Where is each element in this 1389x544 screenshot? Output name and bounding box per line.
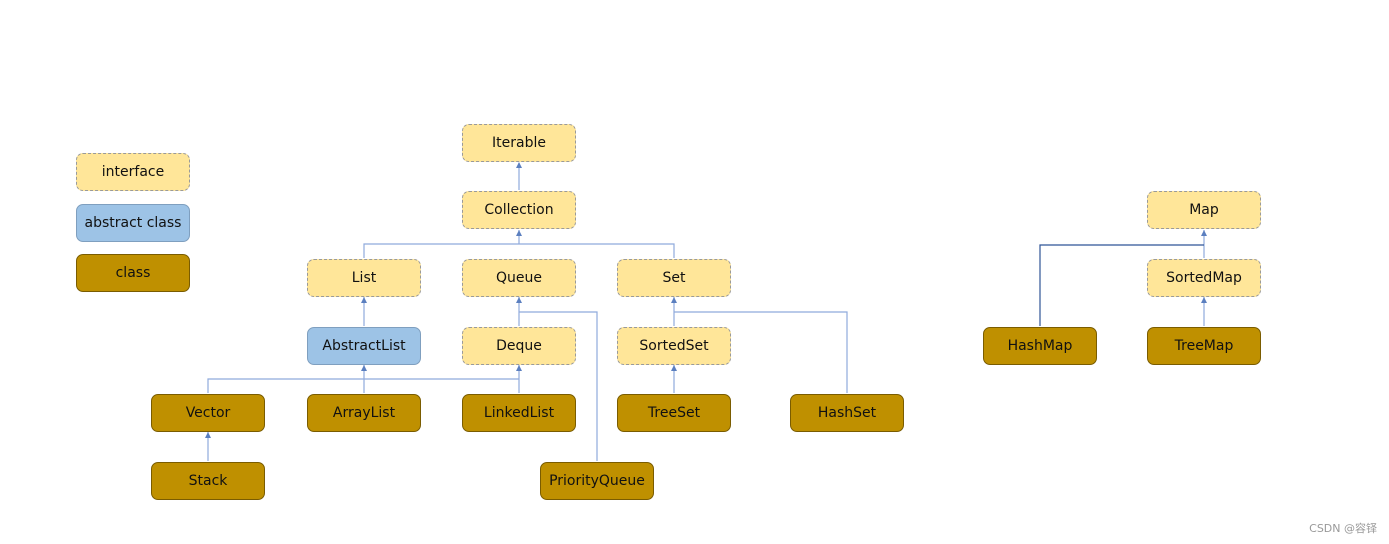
node-sortedmap: SortedMap: [1147, 259, 1261, 297]
node-arraylist: ArrayList: [307, 394, 421, 432]
node-treeset: TreeSet: [617, 394, 731, 432]
legend-label: abstract class: [84, 215, 182, 231]
legend-interface: interface: [76, 153, 190, 191]
node-deque: Deque: [462, 327, 576, 365]
node-hashmap: HashMap: [983, 327, 1097, 365]
legend-label: class: [115, 265, 151, 281]
node-iterable: Iterable: [462, 124, 576, 162]
node-list: List: [307, 259, 421, 297]
node-stack: Stack: [151, 462, 265, 500]
node-linkedlist: LinkedList: [462, 394, 576, 432]
legend-label: interface: [101, 164, 165, 180]
node-sortedset: SortedSet: [617, 327, 731, 365]
node-hashset: HashSet: [790, 394, 904, 432]
node-abstractlist: AbstractList: [307, 327, 421, 365]
legend-abstract-class: abstract class: [76, 204, 190, 242]
node-set: Set: [617, 259, 731, 297]
node-map: Map: [1147, 191, 1261, 229]
node-queue: Queue: [462, 259, 576, 297]
legend-class: class: [76, 254, 190, 292]
node-treemap: TreeMap: [1147, 327, 1261, 365]
watermark: CSDN @容铎: [1309, 522, 1377, 535]
node-priorityqueue: PriorityQueue: [540, 462, 654, 500]
node-collection: Collection: [462, 191, 576, 229]
node-vector: Vector: [151, 394, 265, 432]
